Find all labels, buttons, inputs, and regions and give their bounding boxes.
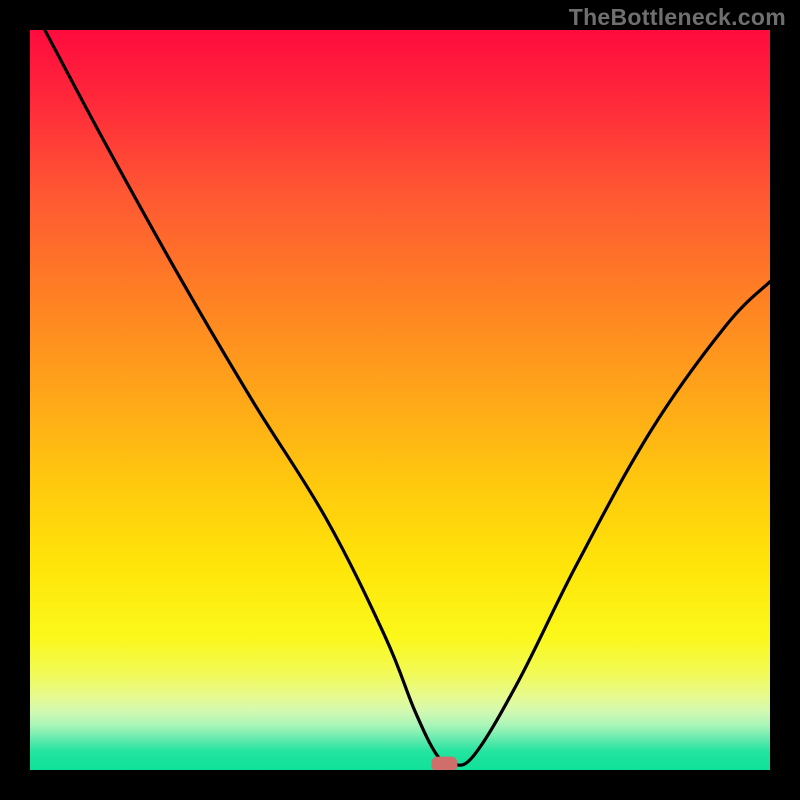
plot-area [30, 30, 770, 770]
curve-svg [30, 30, 770, 770]
chart-frame: TheBottleneck.com [0, 0, 800, 800]
watermark-text: TheBottleneck.com [569, 4, 786, 31]
optimal-point-marker [431, 757, 457, 770]
bottleneck-curve-path [45, 30, 770, 765]
